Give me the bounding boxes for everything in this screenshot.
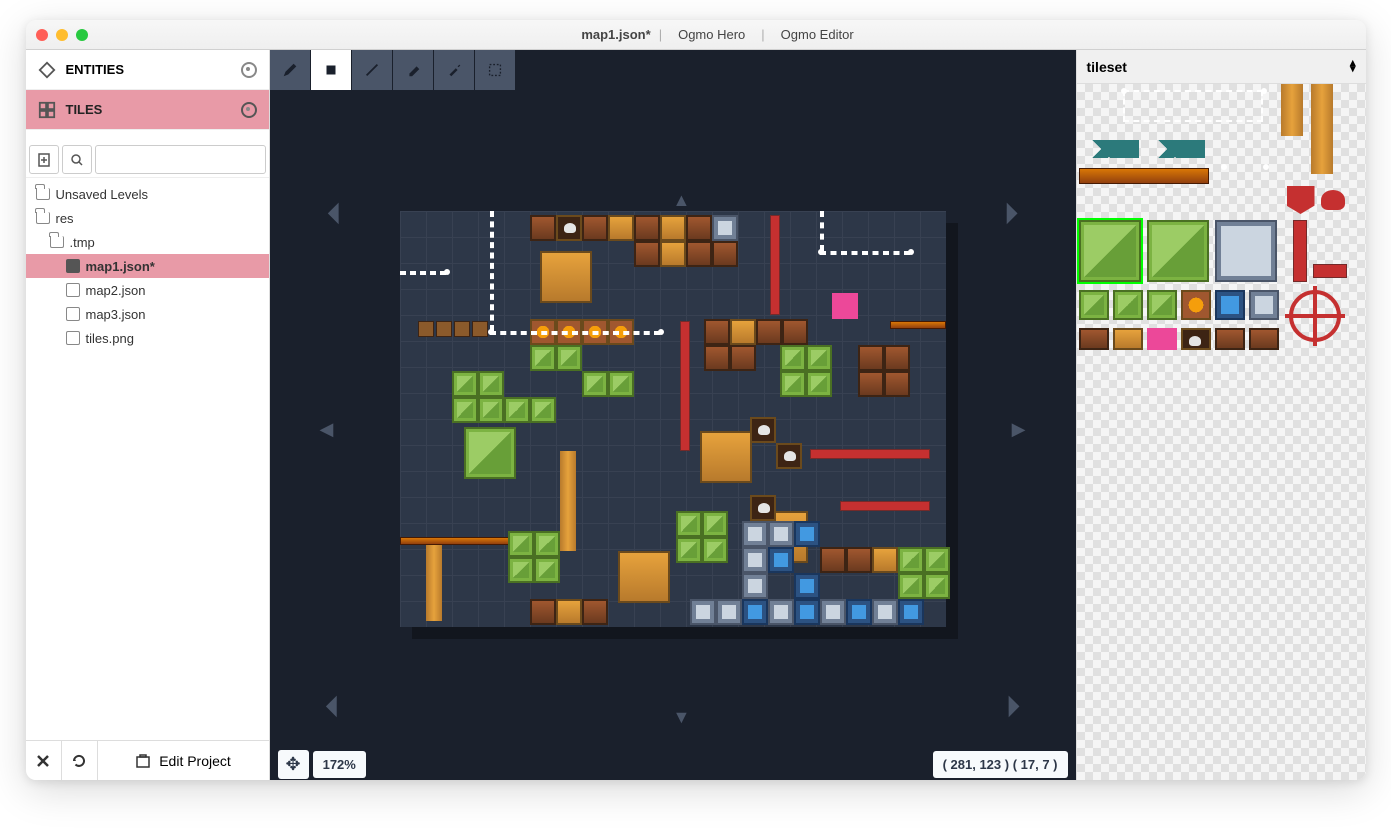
layer-tiles[interactable]: TILES — [26, 90, 269, 130]
tileset-dropdown[interactable]: tileset ▴▾ — [1077, 50, 1366, 84]
select-tool[interactable] — [475, 50, 515, 90]
tileset-tile[interactable] — [1215, 328, 1245, 350]
tileset-tile[interactable] — [1147, 220, 1209, 282]
tileset-tile[interactable] — [1281, 84, 1303, 136]
chevron-updown-icon: ▴▾ — [1350, 61, 1356, 72]
file-map3[interactable]: map3.json — [26, 302, 269, 326]
folder-icon — [36, 188, 50, 200]
file-tmp[interactable]: .tmp — [26, 230, 269, 254]
fill-tool[interactable] — [311, 50, 351, 90]
file-icon — [66, 331, 80, 345]
tileset-tile[interactable] — [1249, 328, 1279, 350]
editor-window: map1.json*|Ogmo Hero|Ogmo Editor ENTITIE… — [26, 20, 1366, 780]
eyedropper-tool[interactable] — [434, 50, 474, 90]
pencil-tool[interactable] — [270, 50, 310, 90]
left-panel: ENTITIES TILES Unsaved Levels res .tmp m… — [26, 50, 270, 780]
tileset-tile[interactable] — [1123, 90, 1263, 122]
tileset-tile[interactable] — [1079, 290, 1109, 320]
tileset-tile[interactable] — [1147, 290, 1177, 320]
line-tool[interactable] — [352, 50, 392, 90]
titlebar: map1.json*|Ogmo Hero|Ogmo Editor — [26, 20, 1366, 50]
file-icon — [66, 307, 80, 321]
tileset-tile[interactable] — [1181, 290, 1211, 320]
folder-icon — [36, 212, 50, 224]
right-panel: tileset ▴▾ — [1076, 50, 1366, 780]
window-title: map1.json*|Ogmo Hero|Ogmo Editor — [88, 27, 1356, 42]
tileset-tile[interactable] — [1113, 290, 1143, 320]
tileset-tile[interactable] — [1215, 290, 1245, 320]
expand-se-icon[interactable]: ◢ — [994, 691, 1023, 720]
gear-icon — [135, 753, 151, 769]
layer-label: ENTITIES — [66, 62, 125, 77]
tileset-tile[interactable] — [1321, 190, 1345, 210]
edit-project-button[interactable]: Edit Project — [98, 741, 269, 780]
tileset-tile[interactable] — [1079, 140, 1139, 158]
cursor-coords: ( 281, 123 ) ( 17, 7 ) — [933, 751, 1068, 778]
close-window-icon[interactable] — [36, 29, 48, 41]
tileset-tile[interactable] — [1289, 290, 1341, 342]
expand-s-icon[interactable]: ▼ — [673, 707, 691, 728]
tileset-tile[interactable] — [1113, 328, 1143, 350]
visibility-icon[interactable] — [241, 102, 257, 118]
canvas-viewport[interactable]: ◤ ◥ ◣ ◢ ▲ ▼ ◀ ▶ — [270, 90, 1076, 748]
expand-ne-icon[interactable]: ◥ — [994, 198, 1023, 227]
tileset-tile[interactable] — [1313, 264, 1347, 278]
expand-n-icon[interactable]: ▲ — [673, 190, 691, 211]
level-canvas[interactable] — [400, 211, 946, 627]
file-tree: Unsaved Levels res .tmp map1.json* map2.… — [26, 178, 269, 740]
search-icon[interactable] — [62, 145, 92, 174]
tiles-icon — [38, 101, 56, 119]
file-map1[interactable]: map1.json* — [26, 254, 269, 278]
expand-nw-icon[interactable]: ◤ — [323, 198, 352, 227]
window-controls — [36, 29, 88, 41]
left-footer: Edit Project — [26, 740, 269, 780]
zoom-level[interactable]: 172% — [313, 751, 366, 778]
close-project-button[interactable] — [26, 741, 62, 780]
tileset-tile[interactable] — [1287, 186, 1315, 214]
file-tiles-png[interactable]: tiles.png — [26, 326, 269, 350]
tileset-tile[interactable] — [1145, 140, 1205, 158]
pan-icon[interactable]: ✥ — [278, 750, 309, 779]
tileset-tile[interactable] — [1249, 290, 1279, 320]
search-input[interactable] — [95, 145, 266, 174]
file-icon — [66, 283, 80, 297]
maximize-window-icon[interactable] — [76, 29, 88, 41]
tileset-tile[interactable] — [1079, 328, 1109, 350]
tileset-tile[interactable] — [1293, 220, 1307, 282]
tileset-tile[interactable] — [1215, 220, 1277, 282]
layer-label: TILES — [66, 102, 103, 117]
file-icon — [66, 259, 80, 273]
tool-toolbar — [270, 50, 1076, 90]
expand-e-icon[interactable]: ▶ — [1012, 419, 1026, 440]
eraser-tool[interactable] — [393, 50, 433, 90]
body: ENTITIES TILES Unsaved Levels res .tmp m… — [26, 50, 1366, 780]
tileset-tile[interactable] — [1311, 84, 1333, 174]
file-search-row — [26, 142, 269, 178]
file-unsaved-levels[interactable]: Unsaved Levels — [26, 182, 269, 206]
status-bar: ✥ 172% ( 281, 123 ) ( 17, 7 ) — [270, 748, 1076, 780]
tileset-tile[interactable] — [1079, 168, 1209, 184]
tileset-tile[interactable] — [1147, 328, 1177, 350]
tileset-tile[interactable] — [1181, 328, 1211, 350]
expand-sw-icon[interactable]: ◣ — [323, 691, 352, 720]
new-file-button[interactable] — [29, 145, 59, 174]
reload-button[interactable] — [62, 741, 98, 780]
layer-entities[interactable]: ENTITIES — [26, 50, 269, 90]
expand-w-icon[interactable]: ◀ — [320, 419, 334, 440]
folder-icon — [50, 236, 64, 248]
minimize-window-icon[interactable] — [56, 29, 68, 41]
visibility-icon[interactable] — [241, 62, 257, 78]
file-map2[interactable]: map2.json — [26, 278, 269, 302]
tileset-palette[interactable] — [1077, 84, 1366, 780]
center-canvas: ◤ ◥ ◣ ◢ ▲ ▼ ◀ ▶ — [270, 50, 1076, 780]
entity-icon — [38, 61, 56, 79]
file-res[interactable]: res — [26, 206, 269, 230]
tileset-tile-selected[interactable] — [1079, 220, 1141, 282]
